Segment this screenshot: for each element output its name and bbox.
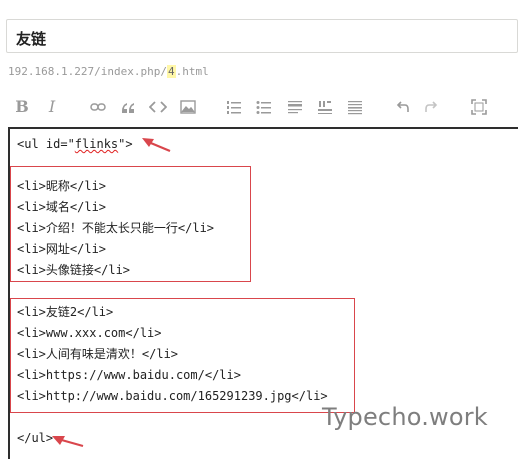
fullscreen-button[interactable] — [469, 97, 489, 117]
code-token: "> — [118, 137, 133, 151]
watermark-text: Typecho.work — [322, 403, 488, 431]
horizontal-rule-button[interactable] — [315, 97, 335, 117]
post-title-input[interactable]: 友链 — [6, 19, 518, 53]
code-line: <li>网址</li> — [17, 242, 107, 256]
code-token: <ul id=" — [17, 137, 75, 151]
bold-button[interactable]: B — [12, 97, 32, 117]
unordered-list-button[interactable] — [254, 97, 274, 117]
heading-button[interactable] — [285, 97, 305, 117]
code-line: <li>昵称</li> — [17, 179, 107, 193]
undo-icon — [396, 101, 409, 112]
redo-button[interactable] — [422, 97, 442, 117]
permalink-prefix: 192.168.1.227/index.php/ — [8, 65, 167, 78]
code-line: <li>人间有味是清欢！</li> — [17, 347, 179, 361]
fullscreen-icon — [471, 99, 487, 115]
code-icon — [149, 101, 167, 113]
permalink-suffix: .html — [175, 65, 209, 78]
ordered-list-button[interactable] — [224, 97, 244, 117]
code-button[interactable] — [148, 97, 168, 117]
heading-icon — [288, 101, 302, 114]
code-line: <li>域名</li> — [17, 200, 107, 214]
link-button[interactable] — [88, 97, 108, 117]
code-line: </ul> — [17, 431, 54, 445]
italic-button[interactable]: I — [42, 97, 62, 117]
code-line: <li>友链2</li> — [17, 305, 114, 319]
undo-button[interactable] — [392, 97, 412, 117]
italic-icon: I — [48, 97, 56, 116]
code-line-1: <ul id="flinks"> — [17, 135, 133, 154]
image-button[interactable] — [178, 97, 198, 117]
spellcheck-word: flinks — [74, 137, 119, 151]
unordered-list-icon — [256, 101, 271, 114]
quote-icon — [122, 103, 134, 113]
more-icon — [348, 101, 362, 115]
ordered-list-icon — [227, 101, 241, 114]
quote-button[interactable] — [118, 97, 138, 117]
bold-icon: B — [15, 97, 29, 116]
image-icon — [180, 100, 196, 114]
redo-icon — [425, 101, 438, 112]
post-title-text: 友链 — [16, 30, 47, 48]
code-line: <li>www.xxx.com</li> — [17, 326, 162, 340]
editor-toolbar: B I — [0, 92, 518, 122]
link-icon — [90, 103, 106, 111]
code-line: <li>http://www.baidu.com/165291239.jpg</… — [17, 389, 328, 403]
permalink: 192.168.1.227/index.php/4.html — [8, 65, 209, 78]
permalink-slug[interactable]: 4 — [166, 65, 176, 78]
code-line: <li>头像链接</li> — [17, 263, 131, 277]
code-line: <li>https://www.baidu.com/</li> — [17, 368, 241, 382]
horizontal-rule-icon — [318, 101, 332, 114]
code-line: <li>介绍！不能太长只能一行</li> — [17, 221, 215, 235]
more-button[interactable] — [345, 97, 365, 117]
